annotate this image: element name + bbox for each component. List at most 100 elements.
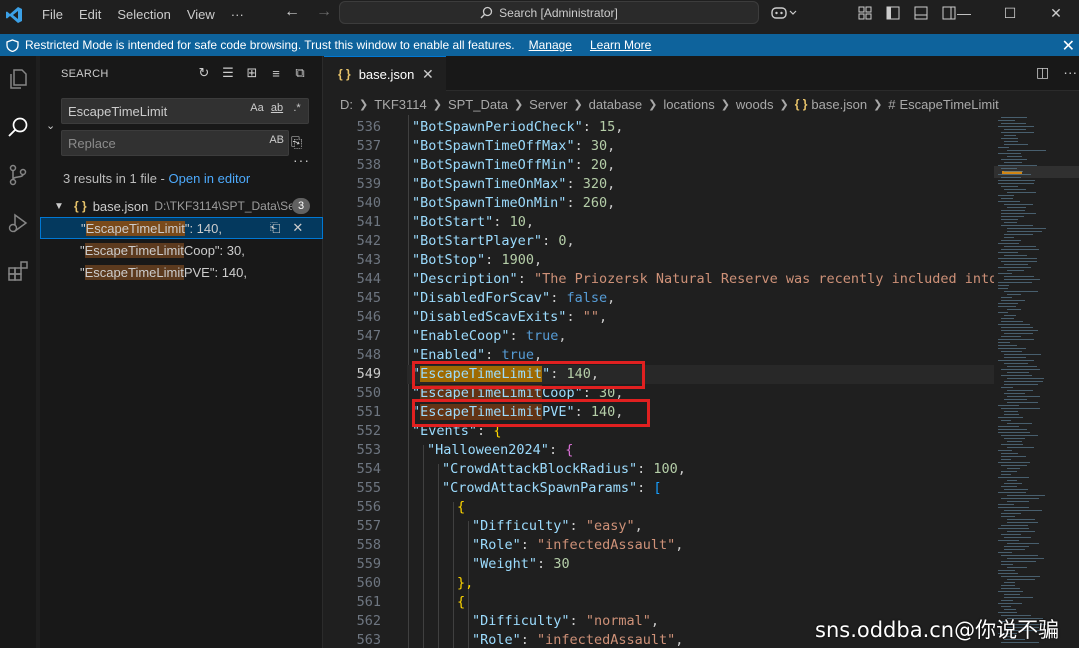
minimap-line: [1004, 189, 1026, 190]
minimap-line: [1007, 207, 1026, 208]
minimap-line: [1001, 600, 1013, 601]
search-icon[interactable]: [5, 114, 31, 140]
copilot-icon[interactable]: [770, 4, 798, 22]
match-row[interactable]: " EscapeTimeLimit PVE": 140,: [40, 261, 323, 283]
search-input-box: Aa ab .*: [61, 98, 309, 124]
replace-icon[interactable]: ⎗: [270, 220, 280, 236]
minimap-line: [1001, 210, 1025, 211]
minimap-line: [1004, 291, 1038, 292]
breadcrumb-item[interactable]: TKF3114: [374, 97, 427, 112]
minimap-line: [1007, 231, 1042, 232]
minimap[interactable]: [994, 115, 1079, 648]
code-text: "BotStartPlayer": 0,: [412, 233, 575, 249]
menu-view[interactable]: View: [179, 3, 223, 27]
toggle-primary-sidebar-icon[interactable]: [884, 4, 902, 22]
code-line: 545 "DisabledForScav": false,: [324, 289, 994, 308]
menu-file[interactable]: File: [34, 3, 71, 27]
minimap-line: [1001, 261, 1037, 262]
back-arrow-icon[interactable]: ←: [282, 3, 302, 21]
collapse-all-icon[interactable]: ⧉: [292, 65, 308, 81]
run-debug-icon[interactable]: [5, 210, 31, 236]
command-center-search[interactable]: Search [Administrator]: [339, 1, 759, 24]
editor-area: { } base.json ✕ ◫ ··· D: ❯ TKF3114 ❯ SPT_D…: [324, 56, 1079, 648]
minimap-line: [1004, 384, 1038, 385]
code-line: 561 {: [324, 593, 994, 612]
code-line: 546 "DisabledScavExits": "",: [324, 308, 994, 327]
code-line: 538 "BotSpawnTimeOffMin": 20,: [324, 156, 994, 175]
refresh-icon[interactable]: ↻: [196, 65, 212, 81]
breadcrumb-item[interactable]: locations: [663, 97, 714, 112]
search-input[interactable]: [68, 103, 238, 119]
code-editor[interactable]: 536 "BotSpawnPeriodCheck": 15, 537 "BotSpaw…: [324, 115, 994, 648]
view-as-tree-icon[interactable]: ≡: [268, 65, 284, 81]
menu-edit[interactable]: Edit: [71, 3, 109, 27]
maximize-icon[interactable]: ☐: [987, 0, 1033, 26]
code-text: "BotSpawnTimeOnMin": 260,: [412, 195, 616, 211]
split-editor-icon[interactable]: ◫: [1036, 64, 1049, 81]
source-control-icon[interactable]: [5, 162, 31, 188]
menu-more[interactable]: ···: [223, 3, 252, 27]
minimap-line: [1007, 543, 1039, 544]
match-case-icon[interactable]: Aa: [250, 102, 264, 114]
minimap-line: [1007, 558, 1044, 559]
more-actions-icon[interactable]: ···: [1063, 64, 1077, 81]
extensions-icon[interactable]: [5, 258, 31, 284]
minimap-line: [1007, 270, 1024, 271]
minimap-line: [1001, 216, 1024, 217]
line-number: 547: [356, 328, 381, 344]
minimap-line: [1004, 438, 1025, 439]
minimap-line: [1001, 525, 1028, 526]
minimap-line: [1001, 213, 1036, 214]
learn-more-link[interactable]: Learn More: [590, 38, 651, 52]
line-number: 553: [356, 442, 381, 458]
breadcrumb-item[interactable]: base.json: [811, 97, 867, 112]
toggle-replace-chevron-icon[interactable]: ⌄: [46, 119, 55, 132]
close-tab-icon[interactable]: ✕: [422, 66, 434, 83]
preserve-case-icon[interactable]: AB: [269, 134, 284, 146]
use-regex-icon[interactable]: .*: [290, 102, 304, 114]
menu-selection[interactable]: Selection: [109, 3, 178, 27]
forward-arrow-icon[interactable]: →: [314, 3, 334, 21]
minimap-line: [1007, 495, 1045, 496]
minimap-line: [1001, 159, 1027, 160]
breadcrumb-item[interactable]: database: [589, 97, 643, 112]
minimap-line: [1004, 246, 1036, 247]
minimap-line: [1007, 480, 1017, 481]
minimap-line: [1001, 330, 1038, 331]
close-banner-icon[interactable]: ✕: [1062, 36, 1075, 56]
line-number: 540: [356, 195, 381, 211]
minimap-line: [998, 339, 1034, 340]
open-in-editor-link[interactable]: Open in editor: [169, 171, 251, 186]
tab-base-json[interactable]: { } base.json ✕: [324, 56, 446, 91]
match-row[interactable]: " EscapeTimeLimit ": 140, ⎗ ✕: [40, 217, 323, 239]
close-window-icon[interactable]: ✕: [1033, 0, 1079, 26]
line-number: 542: [356, 233, 381, 249]
minimap-line: [998, 201, 1020, 202]
breadcrumb-item[interactable]: Server: [529, 97, 567, 112]
minimap-line: [998, 345, 1017, 346]
breadcrumb-item[interactable]: woods: [736, 97, 774, 112]
result-file-row[interactable]: ▼ { } base.json D:\TKF3114\SPT_Data\Se..…: [40, 195, 323, 217]
chevron-down-icon[interactable]: ▼: [54, 201, 68, 212]
minimize-icon[interactable]: —: [941, 0, 987, 26]
activity-bar: [0, 56, 36, 648]
minimap-line: [1004, 315, 1016, 316]
customize-layout-icon[interactable]: [856, 4, 874, 22]
breadcrumb-item[interactable]: SPT_Data: [448, 97, 508, 112]
new-search-editor-icon[interactable]: ⊞: [244, 65, 260, 81]
breadcrumb-item[interactable]: EscapeTimeLimit: [900, 97, 999, 112]
explorer-icon[interactable]: [5, 66, 31, 92]
minimap-line: [1001, 123, 1026, 124]
dismiss-icon[interactable]: ✕: [292, 220, 303, 236]
toggle-panel-icon[interactable]: [912, 4, 930, 22]
toggle-search-details-icon[interactable]: ···: [293, 152, 310, 168]
minimap-line: [1004, 237, 1014, 238]
replace-all-icon[interactable]: ⎘: [291, 134, 302, 151]
match-whole-word-icon[interactable]: ab: [270, 102, 284, 114]
manage-link[interactable]: Manage: [529, 38, 572, 52]
match-row[interactable]: " EscapeTimeLimit Coop": 30,: [40, 239, 323, 261]
replace-input[interactable]: [68, 135, 238, 151]
code-line: 543 "BotStop": 1900,: [324, 251, 994, 270]
clear-results-icon[interactable]: ☰: [220, 65, 236, 81]
breadcrumb-item[interactable]: D:: [340, 97, 353, 112]
